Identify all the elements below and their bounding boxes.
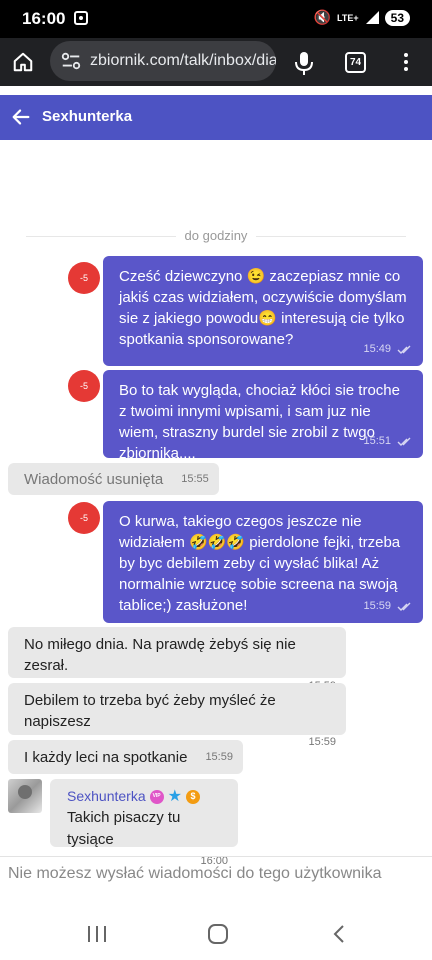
- message-time: 15:49: [363, 343, 391, 355]
- sender-avatar[interactable]: [8, 779, 42, 813]
- tab-switcher-button[interactable]: 74: [345, 52, 366, 73]
- footer-divider: [0, 856, 432, 857]
- sender-row: Sexhunterka VIP ★ $: [67, 786, 228, 807]
- back-arrow-icon[interactable]: [10, 106, 32, 128]
- message-incoming: Debilem to trzeba być żeby myśleć że nap…: [8, 683, 346, 748]
- read-ticks-icon: [397, 437, 411, 446]
- message-outgoing: O kurwa, takiego czegos jeszcze nie widz…: [103, 501, 423, 623]
- system-navigation-bar: [0, 910, 432, 960]
- message-incoming: No miłego dnia. Na prawdę żebyś się nie …: [8, 627, 346, 692]
- message-text: Wiadomość usunięta: [24, 470, 164, 488]
- message-incoming: I każdy leci na spotkanie 15:59: [8, 740, 243, 774]
- message-meta: 15:59: [363, 596, 413, 617]
- signal-icon: [365, 10, 379, 25]
- mute-icon: 🔇: [313, 9, 332, 25]
- message-outgoing: Bo to tak wygląda, chociaż kłóci sie tro…: [103, 370, 423, 462]
- date-separator: do godziny: [0, 228, 432, 243]
- home-button-icon[interactable]: [208, 924, 228, 944]
- battery-level: 53: [384, 9, 410, 26]
- coin-icon: $: [185, 789, 200, 804]
- home-icon[interactable]: [0, 38, 46, 86]
- karma-badge: -5: [68, 502, 100, 534]
- browser-toolbar: zbiornik.com/talk/inbox/dialog 74: [0, 38, 432, 86]
- cannot-send-notice: Nie możesz wysłać wiadomości do tego uży…: [8, 865, 382, 882]
- url-text: zbiornik.com/talk/inbox/dialog: [90, 52, 276, 69]
- message-meta: 15:51: [363, 431, 413, 452]
- date-separator-label: do godziny: [184, 228, 248, 243]
- message-time: 15:59: [363, 600, 391, 612]
- site-settings-icon[interactable]: [60, 50, 82, 72]
- status-time: 16:00: [22, 9, 66, 28]
- read-ticks-icon: [397, 345, 411, 354]
- karma-badge: -5: [68, 262, 100, 294]
- message-text: No miłego dnia. Na prawdę żebyś się nie …: [24, 636, 296, 674]
- screen-record-icon: [74, 11, 88, 25]
- address-bar[interactable]: zbiornik.com/talk/inbox/dialog: [50, 41, 276, 81]
- message-text: Cześć dziewczyno 😉 zaczepiasz mnie co ja…: [119, 268, 407, 348]
- message-time: 15:55: [181, 472, 209, 485]
- recents-icon[interactable]: [88, 926, 106, 942]
- star-icon: ★: [167, 787, 182, 805]
- conversation-title: Sexhunterka: [42, 108, 133, 125]
- read-ticks-icon: [397, 602, 411, 611]
- browser-menu-icon[interactable]: [396, 51, 416, 75]
- message-meta: 15:49: [363, 339, 413, 360]
- back-icon[interactable]: [330, 924, 348, 944]
- message-time: 15:59: [205, 750, 233, 763]
- message-incoming-with-sender: Sexhunterka VIP ★ $ Takich pisaczy tu ty…: [50, 779, 238, 867]
- message-time: 15:51: [363, 435, 391, 447]
- status-bar: 16:00 🔇 LTE+ 53: [0, 0, 432, 38]
- status-indicators: 🔇 LTE+ 53: [314, 9, 410, 26]
- message-incoming-deleted: Wiadomość usunięta 15:55: [8, 463, 219, 495]
- network-type: LTE+: [337, 12, 359, 23]
- microphone-icon[interactable]: [292, 50, 316, 76]
- message-text: I każdy leci na spotkanie: [24, 748, 188, 766]
- message-text: Takich pisaczy tu tysiące: [67, 809, 181, 848]
- message-outgoing: Cześć dziewczyno 😉 zaczepiasz mnie co ja…: [103, 256, 423, 366]
- karma-badge: -5: [68, 370, 100, 402]
- message-text: Debilem to trzeba być żeby myśleć że nap…: [24, 692, 276, 730]
- chat-header: Sexhunterka: [0, 95, 432, 140]
- sender-name[interactable]: Sexhunterka: [67, 786, 146, 807]
- vip-badge-icon: VIP: [149, 789, 164, 804]
